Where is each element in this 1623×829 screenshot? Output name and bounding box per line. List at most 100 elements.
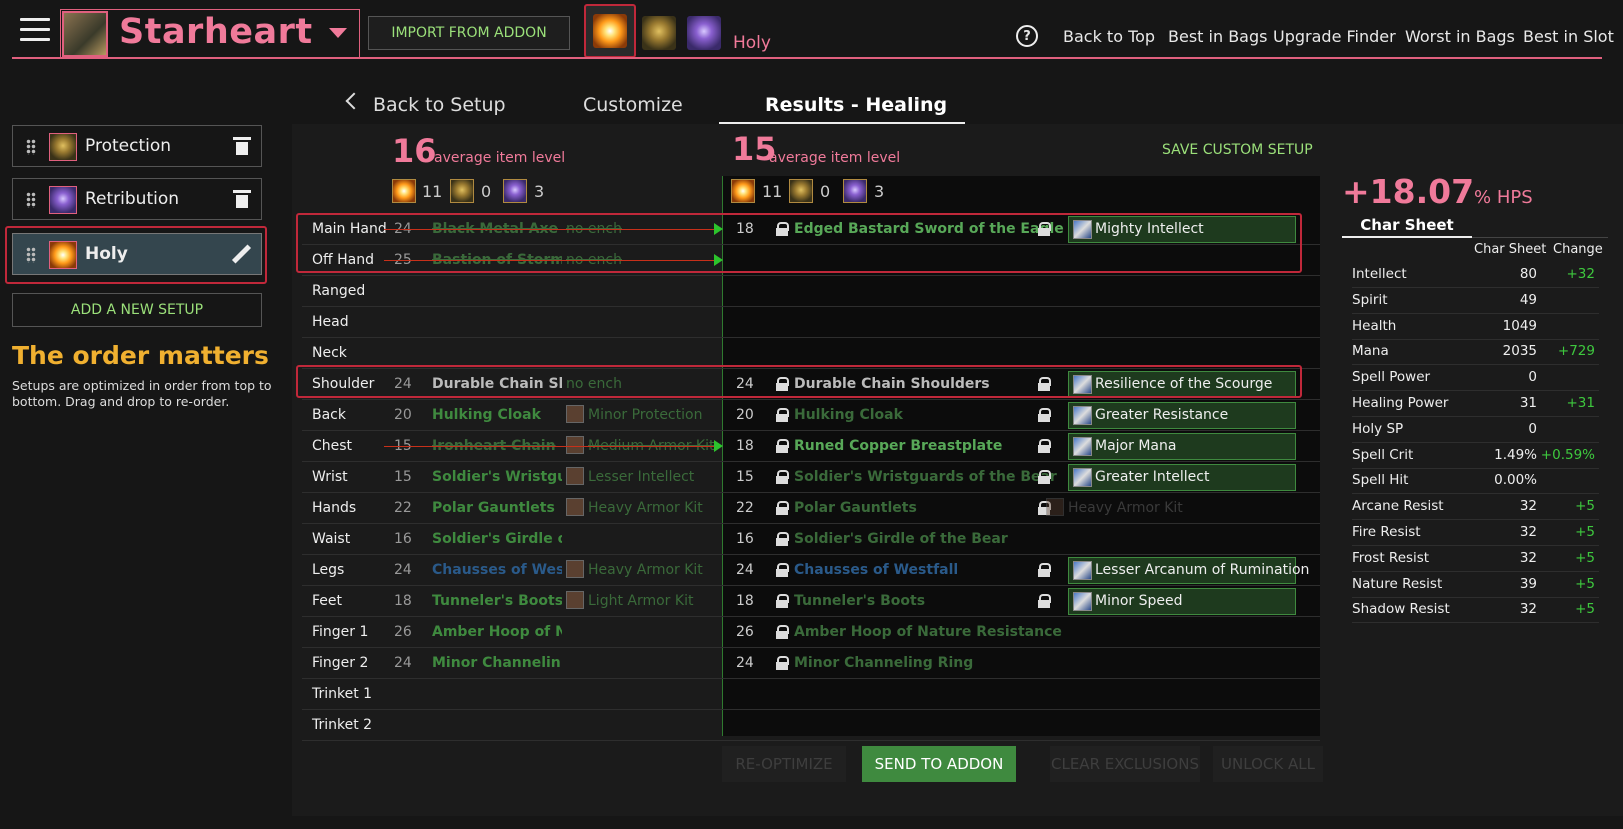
drag-handle-icon[interactable] bbox=[26, 192, 36, 208]
optimized-holy-count: 11 bbox=[762, 182, 783, 201]
stat-name: Spirit bbox=[1352, 291, 1388, 308]
stat-row-intellect: Intellect 80 +32 bbox=[1352, 262, 1599, 288]
unlock-all-button[interactable]: UNLOCK ALL bbox=[1213, 746, 1323, 782]
new-enchant-label: Greater Intellect bbox=[1095, 469, 1210, 485]
lock-icon[interactable] bbox=[1038, 470, 1051, 484]
enchant-icon bbox=[566, 498, 584, 516]
enchant-icon bbox=[1073, 468, 1092, 487]
new-item-name[interactable]: Soldier's Wristguards of the Bear bbox=[774, 469, 1057, 485]
tab-customize[interactable]: Customize bbox=[583, 94, 683, 116]
order-title: The order matters bbox=[12, 341, 269, 370]
new-item-level: 16 bbox=[736, 531, 754, 547]
stat-value: 1.49% bbox=[1494, 446, 1537, 463]
chevron-left-icon[interactable] bbox=[345, 92, 363, 110]
setup-retribution[interactable]: Retribution bbox=[12, 178, 262, 220]
send-to-addon-button[interactable]: SEND TO ADDON bbox=[862, 746, 1016, 782]
menu-icon[interactable] bbox=[20, 18, 50, 46]
new-item-name[interactable]: Hulking Cloak bbox=[774, 407, 903, 423]
current-item-name[interactable]: Chausses of West... bbox=[432, 562, 562, 578]
gear-row-finger-2: Finger 2 24 Minor Channelin... 24 Minor Chan… bbox=[302, 648, 1320, 679]
stat-change: +5 bbox=[1575, 524, 1595, 540]
change-arrow bbox=[384, 260, 714, 261]
nav-best-in-slot[interactable]: Best in Slot bbox=[1523, 27, 1614, 46]
retribution-spec-icon[interactable] bbox=[687, 16, 721, 50]
lock-icon[interactable] bbox=[1038, 563, 1051, 577]
holy-count-icon bbox=[392, 179, 416, 203]
new-item-name[interactable]: Polar Gauntlets bbox=[774, 500, 917, 516]
stat-value: 0 bbox=[1528, 420, 1537, 437]
protection-icon bbox=[49, 133, 77, 161]
protection-spec-icon[interactable] bbox=[642, 16, 676, 50]
new-item-name[interactable]: Tunneler's Boots bbox=[774, 593, 925, 609]
current-item-name[interactable]: Polar Gauntlets bbox=[432, 500, 555, 516]
gear-row-trinket-1: Trinket 1 bbox=[302, 679, 1320, 710]
stat-row-spell-power: Spell Power 0 bbox=[1352, 365, 1599, 392]
new-enchant[interactable]: Greater Intellect bbox=[1068, 464, 1296, 491]
tab-results-healing[interactable]: Results - Healing bbox=[765, 94, 947, 116]
stat-name: Spell Power bbox=[1352, 369, 1431, 386]
reoptimize-button[interactable]: RE-OPTIMIZE bbox=[722, 746, 846, 782]
lock-icon[interactable] bbox=[1038, 439, 1051, 453]
stat-name: Fire Resist bbox=[1352, 524, 1421, 540]
drag-handle-icon[interactable] bbox=[26, 247, 36, 263]
stat-name: Frost Resist bbox=[1352, 549, 1430, 566]
current-item-name[interactable]: Soldier's Wristgu... bbox=[432, 469, 562, 485]
chevron-down-icon[interactable] bbox=[329, 28, 347, 38]
new-item-name[interactable]: Amber Hoop of Nature Resistance bbox=[774, 624, 1062, 640]
current-item-name[interactable]: Amber Hoop of N... bbox=[432, 624, 562, 640]
slot-name: Back bbox=[312, 407, 346, 423]
new-enchant[interactable]: Major Mana bbox=[1068, 433, 1296, 460]
setup-holy[interactable]: Holy bbox=[12, 233, 262, 275]
slot-name: Wrist bbox=[312, 469, 348, 485]
stat-name: Spell Crit bbox=[1352, 446, 1414, 463]
trash-icon[interactable] bbox=[233, 137, 251, 155]
new-item-name[interactable]: Chausses of Westfall bbox=[774, 562, 958, 578]
clear-exclusions-button[interactable]: CLEAR EXCLUSIONS bbox=[1050, 746, 1200, 782]
new-item-name[interactable]: Runed Copper Breastplate bbox=[774, 438, 1002, 454]
stat-name: Health bbox=[1352, 317, 1397, 334]
holy-spec-icon[interactable] bbox=[593, 14, 627, 48]
new-enchant[interactable]: Lesser Arcanum of Rumination bbox=[1068, 557, 1309, 584]
stat-change: +5 bbox=[1575, 575, 1595, 592]
setup-protection[interactable]: Protection bbox=[12, 125, 262, 167]
lock-icon[interactable] bbox=[1038, 594, 1051, 608]
current-item-name[interactable]: Tunneler's Boots bbox=[432, 593, 562, 609]
current-item-name[interactable]: Minor Channelin... bbox=[432, 655, 562, 671]
stat-change: +729 bbox=[1557, 343, 1595, 360]
save-custom-setup-button[interactable]: SAVE CUSTOM SETUP bbox=[1162, 142, 1313, 158]
gear-row-waist: Waist 16 Soldier's Girdle o... 16 Soldier's … bbox=[302, 524, 1320, 555]
new-enchant[interactable]: Minor Speed bbox=[1068, 588, 1296, 615]
change-arrow bbox=[384, 446, 714, 447]
tab-back-to-setup[interactable]: Back to Setup bbox=[373, 94, 506, 116]
setup-label: Retribution bbox=[85, 189, 180, 209]
new-item-name[interactable]: Minor Channeling Ring bbox=[774, 655, 973, 671]
new-item-name[interactable]: Soldier's Girdle of the Bear bbox=[774, 531, 1008, 547]
protection-count-icon bbox=[450, 179, 474, 203]
pencil-icon[interactable] bbox=[231, 245, 251, 265]
new-enchant-label: Major Mana bbox=[1095, 438, 1177, 454]
current-item-name[interactable]: Soldier's Girdle o... bbox=[432, 531, 562, 547]
import-from-addon-button[interactable]: IMPORT FROM ADDON bbox=[368, 16, 570, 50]
gear-row-legs: Legs 24 Chausses of West... Heavy Armor Kit… bbox=[302, 555, 1320, 586]
retribution-icon bbox=[49, 186, 77, 214]
current-item-level: 24 bbox=[394, 562, 412, 578]
lock-icon[interactable] bbox=[1038, 408, 1051, 422]
gear-row-ranged: Ranged bbox=[302, 276, 1320, 307]
add-new-setup-button[interactable]: ADD A NEW SETUP bbox=[12, 293, 262, 327]
nav-upgrade-finder[interactable]: Upgrade Finder bbox=[1273, 27, 1396, 46]
nav-back-to-top[interactable]: Back to Top bbox=[1063, 27, 1155, 46]
trash-icon[interactable] bbox=[233, 190, 251, 208]
current-item-name[interactable]: Hulking Cloak bbox=[432, 407, 541, 423]
tab-char-sheet[interactable]: Char Sheet bbox=[1342, 216, 1472, 234]
setup-label: Protection bbox=[85, 136, 172, 156]
nav-best-in-bags[interactable]: Best in Bags bbox=[1168, 27, 1267, 46]
new-enchant[interactable]: Greater Resistance bbox=[1068, 402, 1296, 429]
stat-change: +0.59% bbox=[1540, 446, 1595, 463]
help-icon[interactable]: ? bbox=[1016, 25, 1038, 47]
slot-name: Finger 1 bbox=[312, 624, 369, 640]
drag-handle-icon[interactable] bbox=[26, 139, 36, 155]
new-item-level: 20 bbox=[736, 407, 754, 423]
character-selector[interactable]: Starheart bbox=[60, 9, 360, 57]
current-item-level: 20 bbox=[394, 407, 412, 423]
nav-worst-in-bags[interactable]: Worst in Bags bbox=[1405, 27, 1515, 46]
